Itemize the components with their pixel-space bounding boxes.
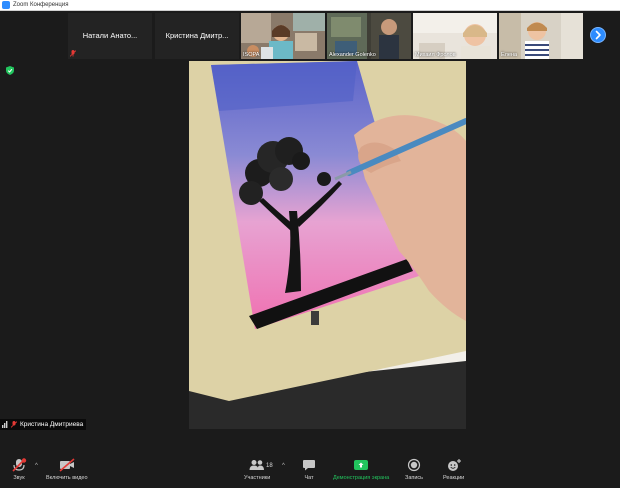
record-button[interactable]: Запись: [405, 458, 423, 481]
active-speaker-label: Кристина Дмитриева: [0, 419, 87, 430]
share-screen-label: Демонстрация экрана: [333, 475, 390, 481]
participant-video-label: Михаил Фролов: [415, 52, 456, 58]
participant-video-label: ISOPA: [243, 52, 260, 58]
record-icon: [407, 458, 421, 472]
participant-name: Натали Анато...: [82, 31, 138, 40]
participants-icon: [249, 460, 265, 470]
mic-muted-icon: [12, 458, 27, 472]
mic-muted-icon: [11, 421, 17, 428]
participants-strip: Натали Анато... Кристина Дмитр... ISOPA …: [0, 11, 620, 61]
audio-options-caret-icon[interactable]: ^: [35, 463, 38, 469]
reactions-button[interactable]: Реакции: [443, 458, 464, 481]
participants-count: 18: [266, 463, 273, 469]
participant-video-tile[interactable]: Alexander Golenko: [327, 13, 411, 59]
participant-video-tile[interactable]: Михаил Фролов: [413, 13, 497, 59]
audio-button[interactable]: Звук: [10, 458, 28, 481]
participant-video-label: Елена: [501, 52, 518, 58]
start-video-button[interactable]: Включить видео: [46, 458, 88, 481]
share-screen-button[interactable]: Демонстрация экрана: [333, 458, 389, 481]
active-speaker-video: [189, 61, 466, 429]
title-bar: Zoom Конференция: [0, 0, 620, 11]
participants-button[interactable]: Участники: [244, 458, 270, 481]
participant-tile[interactable]: Кристина Дмитр...: [155, 13, 239, 59]
reactions-label: Реакции: [443, 475, 465, 481]
meeting-toolbar: Звук ^ Включить видео Участники 18 ^ Чат…: [0, 454, 620, 488]
chat-icon: [303, 460, 315, 471]
zoom-window: Zoom Конференция Натали Анато... Кристин…: [0, 0, 620, 488]
chat-button[interactable]: Чат: [302, 458, 316, 481]
participant-tile[interactable]: Натали Анато...: [68, 13, 152, 59]
participant-name: Кристина Дмитр...: [165, 31, 229, 40]
signal-strength-icon: [2, 421, 8, 428]
record-label: Запись: [405, 475, 424, 481]
participants-options-caret-icon[interactable]: ^: [282, 463, 285, 469]
shared-video-frame: [189, 61, 466, 429]
window-title: Zoom Конференция: [13, 1, 69, 8]
reactions-icon: [447, 459, 461, 471]
participants-label: Участники: [244, 475, 271, 481]
next-page-button[interactable]: [590, 27, 606, 43]
zoom-app-icon: [2, 1, 10, 9]
mic-muted-icon: [70, 50, 76, 57]
chat-label: Чат: [304, 475, 314, 481]
shield-icon[interactable]: [6, 66, 14, 75]
start-video-label: Включить видео: [46, 475, 88, 481]
active-speaker-name: Кристина Дмитриева: [20, 421, 84, 428]
participant-video-tile[interactable]: Елена: [499, 13, 583, 59]
chevron-right-icon: [595, 30, 601, 40]
video-off-icon: [59, 458, 75, 472]
audio-button-label: Звук: [13, 475, 25, 481]
share-screen-icon: [354, 460, 369, 470]
participant-video-tile[interactable]: ISOPA: [241, 13, 325, 59]
participant-video-label: Alexander Golenko: [329, 52, 376, 58]
